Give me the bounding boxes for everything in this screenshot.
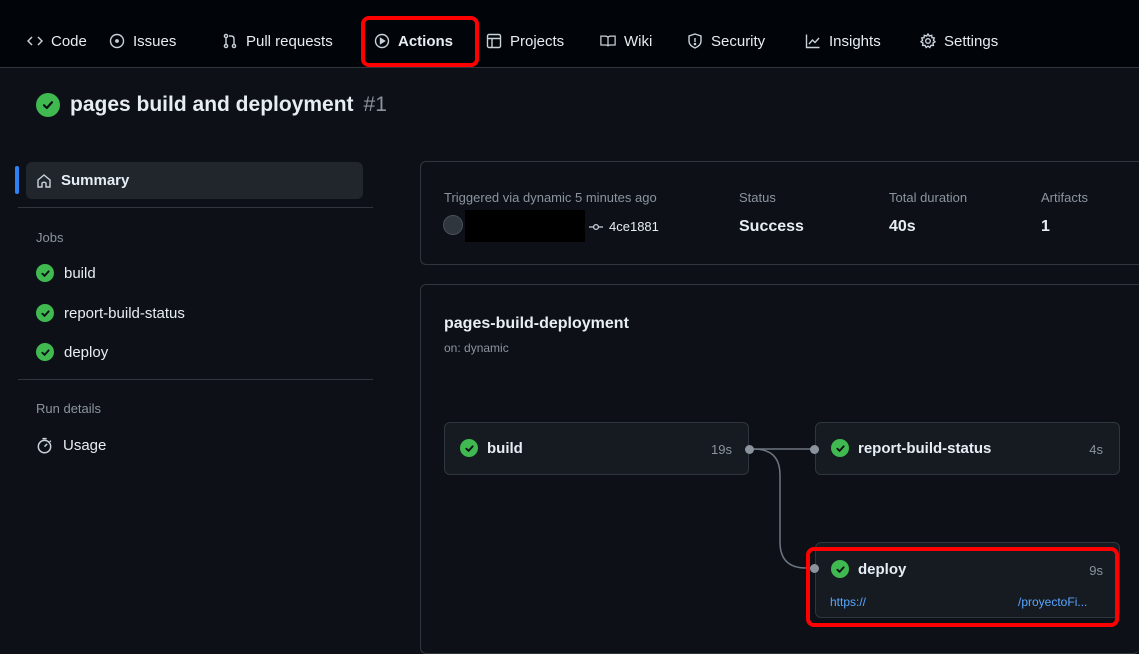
job-build[interactable]: build 19s xyxy=(444,422,749,475)
job-report-build-status-name: report-build-status xyxy=(831,439,991,457)
check-circle-icon xyxy=(831,560,849,578)
build-output-node xyxy=(745,445,754,454)
job-build-duration: 19s xyxy=(711,442,732,457)
deploy-url-suffix[interactable]: /proyectoFi... xyxy=(1018,595,1087,609)
job-report-build-status-duration: 4s xyxy=(1089,442,1103,457)
deploy-input-node xyxy=(810,564,819,573)
deploy-url-prefix[interactable]: https:// xyxy=(830,595,866,609)
job-report-build-status-label: report-build-status xyxy=(858,439,992,457)
job-deploy-duration: 9s xyxy=(1089,563,1103,578)
redacted-url xyxy=(878,590,1018,612)
job-deploy-label: deploy xyxy=(858,560,907,578)
check-circle-icon xyxy=(460,439,478,457)
report-input-node xyxy=(810,445,819,454)
job-deploy-name: deploy xyxy=(831,560,906,578)
check-circle-icon xyxy=(831,439,849,457)
job-build-name: build xyxy=(460,439,523,457)
job-report-build-status[interactable]: report-build-status 4s xyxy=(815,422,1120,475)
job-build-label: build xyxy=(487,439,523,457)
